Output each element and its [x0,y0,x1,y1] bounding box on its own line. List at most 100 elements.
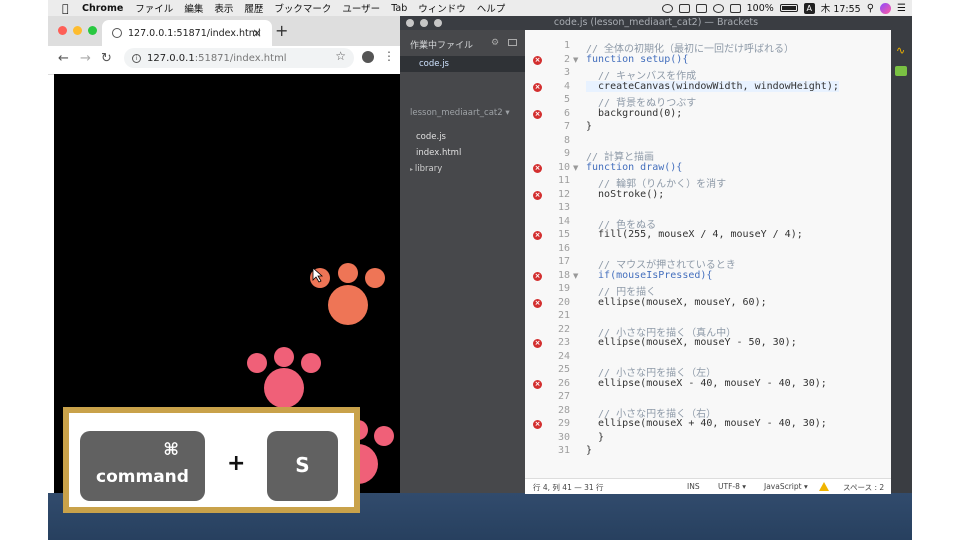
bookmark-star-icon[interactable]: ☆ [335,49,346,63]
lint-error-icon[interactable]: × [533,271,542,281]
lint-error-icon[interactable]: × [533,55,542,65]
spotlight-icon[interactable]: ⚲ [867,3,874,14]
shortcut-panel: ⌘ command + S [69,413,354,507]
notification-center-icon[interactable]: ☰ [897,3,906,14]
line-number: 19 [557,283,570,294]
code-line: fill(255, mouseX / 4, mouseY / 4); [586,229,803,240]
menu-help[interactable]: ヘルプ [477,1,506,15]
code-line: background(0); [586,107,683,119]
menu-app-name[interactable]: Chrome [82,3,123,14]
browser-tab[interactable]: 127.0.0.1:51871/index.html × [102,20,272,46]
s-key-label: S [295,453,310,477]
code-line: createCanvas(windowWidth, windowHeight); [586,80,839,92]
gear-icon[interactable]: ⚙ [491,38,499,48]
indent-setting[interactable]: スペース : 2 [843,482,884,493]
line-number: 1 [563,40,570,51]
line-number: 22 [557,323,570,335]
paw-toe-left [247,353,267,373]
lint-error-icon[interactable]: × [533,82,542,92]
command-key: ⌘ command [80,431,205,501]
info-icon[interactable]: i [132,53,141,63]
fold-arrow-icon[interactable]: ▼ [573,272,578,280]
lint-warning-icon[interactable] [819,482,829,491]
status-bar: 行 4, 列 41 — 31 行 INS UTF-8 ▾ JavaScript … [525,478,891,494]
fold-arrow-icon[interactable]: ▼ [573,56,578,64]
brackets-window: code.js (lesson_mediaart_cat2) — Bracket… [400,16,912,494]
menu-window[interactable]: ウィンドウ [418,1,466,15]
project-name: lesson_mediaart_cat2 [410,108,503,118]
back-icon[interactable]: ← [58,51,69,66]
line-number: 8 [563,134,570,146]
cloud-icon[interactable] [678,3,690,13]
wifi-icon[interactable] [712,3,724,13]
folder-item-library[interactable]: ▸ library [410,164,442,174]
menu-clock[interactable]: 木 17:55 [821,1,861,15]
file-item-index-html[interactable]: index.html [416,148,461,158]
record-icon[interactable] [661,3,673,13]
line-number: 3 [563,67,570,78]
close-window-button[interactable] [58,26,67,35]
project-dropdown[interactable]: lesson_mediaart_cat2 ▾ [410,108,510,118]
line-number: 4 [563,80,570,92]
address-bar[interactable]: i 127.0.0.1:51871/index.html ☆ [124,48,354,68]
more-menu-icon[interactable]: ⋮ [383,49,395,63]
lint-error-icon[interactable]: × [533,231,542,240]
lint-error-icon[interactable]: × [533,190,542,200]
url-path: :51871/index.html [194,52,287,64]
line-number: 28 [557,404,570,416]
brackets-titlebar: code.js (lesson_mediaart_cat2) — Bracket… [400,16,912,30]
profile-avatar-icon[interactable] [362,51,374,63]
menu-users[interactable]: ユーザー [342,1,380,15]
encoding-select[interactable]: UTF-8 ▾ [718,482,746,491]
command-glyph: ⌘ [163,440,179,460]
zoom-window-button[interactable] [88,26,97,35]
lint-error-icon[interactable]: × [533,379,542,389]
extension-manager-icon[interactable] [895,66,907,76]
line-number: 9 [563,148,570,159]
live-preview-icon[interactable]: ∿ [896,44,905,57]
line-number: 21 [557,310,570,321]
s-key: S [267,431,338,501]
battery-icon[interactable] [779,4,798,12]
menu-bookmarks[interactable]: ブックマーク [274,1,331,15]
close-tab-icon[interactable]: × [252,26,262,40]
cursor-position[interactable]: 行 4, 列 41 — 31 行 [533,482,604,493]
line-number: 30 [557,431,570,443]
menu-tab[interactable]: Tab [391,3,407,14]
code-line: function draw(){ [586,161,683,173]
fold-arrow-icon[interactable]: ▼ [573,164,578,172]
paw-pad [264,368,304,408]
menu-edit[interactable]: 編集 [184,1,203,15]
menu-view[interactable]: 表示 [214,1,233,15]
reload-icon[interactable]: ↻ [101,51,112,66]
split-view-icon[interactable] [508,39,517,46]
lint-error-icon[interactable]: × [533,420,542,429]
line-number: 7 [563,121,570,132]
new-tab-button[interactable]: + [275,21,288,40]
menu-bar:  Chrome ファイル 編集 表示 履歴 ブックマーク ユーザー Tab ウ… [48,0,912,16]
toolbar-right: ∿ [891,30,912,493]
lint-error-icon[interactable]: × [533,298,542,308]
volume-icon[interactable] [729,3,741,13]
lint-error-icon[interactable]: × [533,339,542,348]
menu-history[interactable]: 履歴 [244,1,263,15]
input-source-icon[interactable]: A [803,2,815,14]
minimize-window-button[interactable] [73,26,82,35]
code-line: } [586,121,593,132]
paw-toe-right [301,353,321,373]
line-number: 2 [563,53,570,65]
forward-icon[interactable]: → [80,51,91,66]
line-number: 26 [557,377,570,389]
working-file-item[interactable]: code.js [400,56,525,72]
siri-icon[interactable] [880,2,892,14]
menu-file[interactable]: ファイル [135,1,173,15]
lint-error-icon[interactable]: × [533,109,542,119]
language-select[interactable]: JavaScript ▾ [764,482,808,491]
airplay-icon[interactable] [695,3,707,13]
lint-error-icon[interactable]: × [533,163,542,173]
insert-mode[interactable]: INS [687,482,700,491]
paw-toe-middle [274,347,294,367]
file-item-code-js[interactable]: code.js [416,132,446,142]
apple-icon[interactable]:  [62,3,72,14]
code-editor[interactable]: 1// 全体の初期化（最初に一回だけ呼ばれる） × 2 ▼ function setup… [525,30,891,491]
